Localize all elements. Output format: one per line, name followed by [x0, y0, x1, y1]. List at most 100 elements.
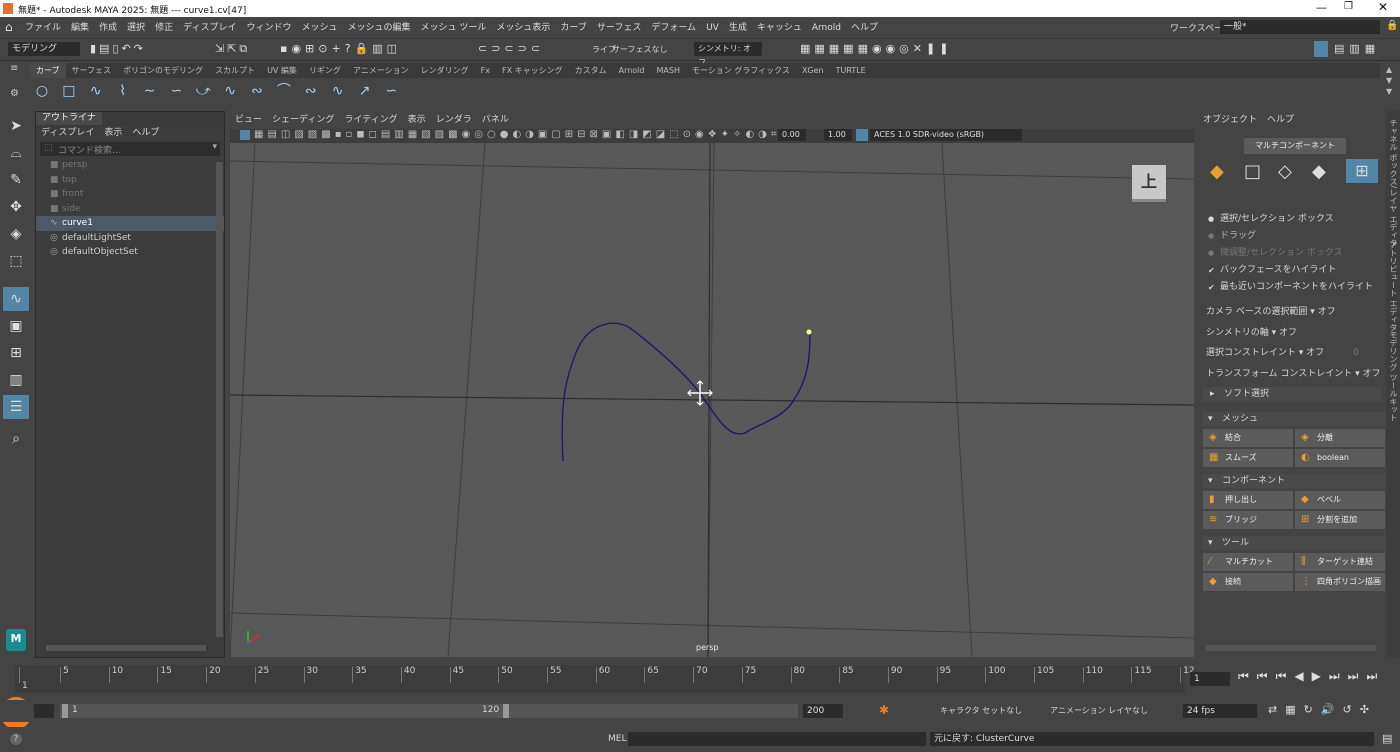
menu-item[interactable]: 選択 [122, 17, 150, 39]
toolkit-menu-item[interactable]: ヘルプ [1262, 111, 1299, 129]
shelf-tab[interactable]: レンダリング [415, 63, 475, 78]
shelf-tab[interactable]: FX キャッシング [496, 63, 569, 78]
setting-value[interactable]: オフ [1306, 348, 1324, 358]
layout-two-icon[interactable]: ▥ [3, 368, 29, 392]
tool-button[interactable]: ▦ スムーズ [1203, 449, 1293, 467]
shelf-tab[interactable]: モーション グラフィックス [686, 63, 796, 78]
anim-layer-select[interactable]: アニメーション レイヤなし [1050, 705, 1148, 716]
side-tab[interactable]: チャネル ボックス/レイヤ エディタ [1386, 119, 1400, 247]
shelf-tab[interactable]: TURTLE [830, 63, 872, 78]
lock-icon[interactable]: 🔒 [1386, 20, 1398, 31]
playback-controls[interactable]: ⏮⏮⏮◀▶⏭⏭⏭ [1238, 669, 1385, 684]
menu-item[interactable]: メッシュの編集 [342, 17, 415, 39]
cv-point[interactable] [806, 329, 812, 335]
fps-select[interactable]: 24 fps [1183, 704, 1257, 718]
menu-item[interactable]: ヘルプ [846, 17, 883, 39]
outliner-tab[interactable]: アウトライナ [36, 112, 102, 125]
shelf-tab[interactable]: リギング [303, 63, 347, 78]
attach-curve-icon[interactable]: ∾ [246, 80, 268, 102]
highlight-checkbox[interactable]: ✔ 最も近いコンポーネントをハイライト [1198, 279, 1386, 296]
tool-button[interactable]: ⊞ 分割を追加 [1295, 511, 1385, 529]
mode-select[interactable]: モデリング [8, 42, 80, 56]
vertex-mode-icon[interactable]: □ [1244, 161, 1261, 182]
setting-value[interactable]: オフ [1362, 369, 1380, 379]
tool-button[interactable]: ◆ 接続 [1203, 573, 1293, 591]
outliner-menu-item[interactable]: ディスプレイ [36, 126, 99, 140]
ep-curve-icon[interactable]: ⌇ [112, 80, 134, 102]
edge-mode-icon[interactable]: ◇ [1278, 161, 1292, 182]
mel-label[interactable]: MEL [608, 734, 626, 744]
outliner-item[interactable]: ■ front [36, 187, 224, 202]
offset-icon[interactable]: ↗ [354, 80, 376, 102]
help-icon[interactable]: ? [10, 733, 22, 745]
live-surface[interactable]: サーフェスなし [612, 44, 668, 55]
tool-button[interactable]: ≋ ブリッジ [1203, 511, 1293, 529]
toolkit-scrollbar[interactable] [1206, 645, 1376, 651]
current-frame-field[interactable]: 1 [1190, 672, 1230, 686]
outliner-item[interactable]: ■ side [36, 202, 224, 217]
viewport-menu-item[interactable]: シェーディング [267, 111, 339, 129]
object-mode-icon[interactable]: ◆ [1210, 161, 1224, 182]
menu-item[interactable]: 修正 [150, 17, 178, 39]
menu-item[interactable]: UV [701, 17, 724, 39]
section-header[interactable]: ▾ コンポーネント [1202, 474, 1386, 488]
tool-button[interactable]: ⫼ ターゲット連結 [1295, 553, 1385, 571]
menu-item[interactable]: メッシュ [296, 17, 342, 39]
render-tools[interactable]: ▦▦▦▦▦◉◉◎✕❚❚ [800, 42, 952, 55]
setting-row[interactable]: 選択コンストレイント ▾ オフ 0 [1198, 343, 1386, 364]
bezier-tool-icon[interactable]: ∿ [219, 80, 241, 102]
script-editor-icon[interactable]: ▤ [1382, 732, 1392, 745]
char-set-select[interactable]: キャラクタ セットなし [940, 705, 1022, 716]
shelf-tab[interactable]: ポリゴンのモデリング [117, 63, 209, 78]
shelf-tab[interactable]: Fx [475, 63, 496, 78]
channel-box-toggle[interactable] [1314, 41, 1328, 57]
shelf-tab[interactable]: UV 編集 [261, 63, 303, 78]
shelf-settings-icon[interactable]: ⚙ [10, 88, 19, 99]
viewcube[interactable]: 上 [1132, 165, 1166, 199]
rebuild-icon[interactable]: ∽ [380, 80, 402, 102]
panel-tools[interactable]: ▦▤◫▧▨▩▪▫◼◻▤▥▦▧▨▩◉◎○●◐◑▣▢⊞⊟⊠▣◧◨◩◪⬚⊙◉❖✦✧◐◑… [254, 129, 781, 140]
home-icon[interactable]: ⌂ [5, 20, 13, 34]
viewport-menu-item[interactable]: ビュー [230, 111, 267, 129]
menu-item[interactable]: 生成 [724, 17, 752, 39]
select-option-radio[interactable]: ● ドラッグ [1198, 228, 1386, 245]
outliner-menu-item[interactable]: ヘルプ [127, 126, 164, 140]
nurbs-circle-icon[interactable]: ○ [31, 80, 53, 102]
tool-button[interactable]: ◈ 結合 [1203, 429, 1293, 447]
outliner-scrollbar[interactable] [216, 162, 223, 637]
nurbs-square-icon[interactable]: □ [58, 80, 80, 102]
insert-knot-icon[interactable]: ∾ [300, 80, 322, 102]
range-max-field[interactable]: 200 [803, 704, 843, 718]
shelf-tab[interactable]: Arnold [613, 63, 651, 78]
tool-button[interactable]: ⁄ マルチカット [1203, 553, 1293, 571]
setting-row[interactable]: トランスフォーム コンストレイント ▾ オフ [1198, 364, 1386, 385]
range-handle-end[interactable] [503, 704, 509, 718]
menu-item[interactable]: ファイル [20, 17, 66, 39]
select-mode-tools[interactable]: ⇲⇱⧉ [215, 42, 250, 56]
multi-component-button[interactable]: マルチコンポーネント [1244, 138, 1346, 154]
shelf-tab[interactable]: スカルプト [209, 63, 261, 78]
close-icon[interactable]: ✕ [1378, 0, 1388, 14]
toolkit-menu-item[interactable]: オブジェクト [1198, 111, 1262, 129]
curve-tool-icon[interactable]: ∿ [3, 287, 29, 311]
symmetry-select[interactable]: シンメトリ: オフ [694, 42, 762, 67]
snap-tools[interactable]: ▪◉⊞⊙+?🔒▥◫ [280, 42, 401, 55]
viewport-menu-item[interactable]: パネル [477, 111, 514, 129]
select-tool-icon[interactable]: ➤ [3, 114, 29, 138]
lasso-tool-icon[interactable]: ⌓ [3, 141, 29, 165]
outliner-layout-icon[interactable]: ☰ [3, 395, 29, 419]
search-dropdown-icon[interactable]: ▾ [212, 142, 217, 152]
shelf-tab[interactable]: MASH [650, 63, 685, 78]
tool-button[interactable]: ◐ boolean [1295, 449, 1385, 467]
shelf-tab[interactable]: カスタム [569, 63, 613, 78]
minimize-icon[interactable]: — [1316, 1, 1327, 14]
maximize-icon[interactable]: ❐ [1344, 1, 1353, 12]
highlight-checkbox[interactable]: ✔ バックフェースをハイライト [1198, 262, 1386, 279]
tool-button[interactable]: ▮ 押し出し [1203, 491, 1293, 509]
menu-item[interactable]: デフォーム [646, 17, 701, 39]
outliner-menu-item[interactable]: 表示 [99, 126, 127, 140]
shelf-tab[interactable]: カーブ [30, 63, 66, 78]
tool-button[interactable]: ⋮ 四角ポリゴン描画 [1295, 573, 1385, 591]
shelf-tab[interactable]: XGen [796, 63, 830, 78]
arc-icon[interactable]: ⤻ [192, 80, 214, 102]
